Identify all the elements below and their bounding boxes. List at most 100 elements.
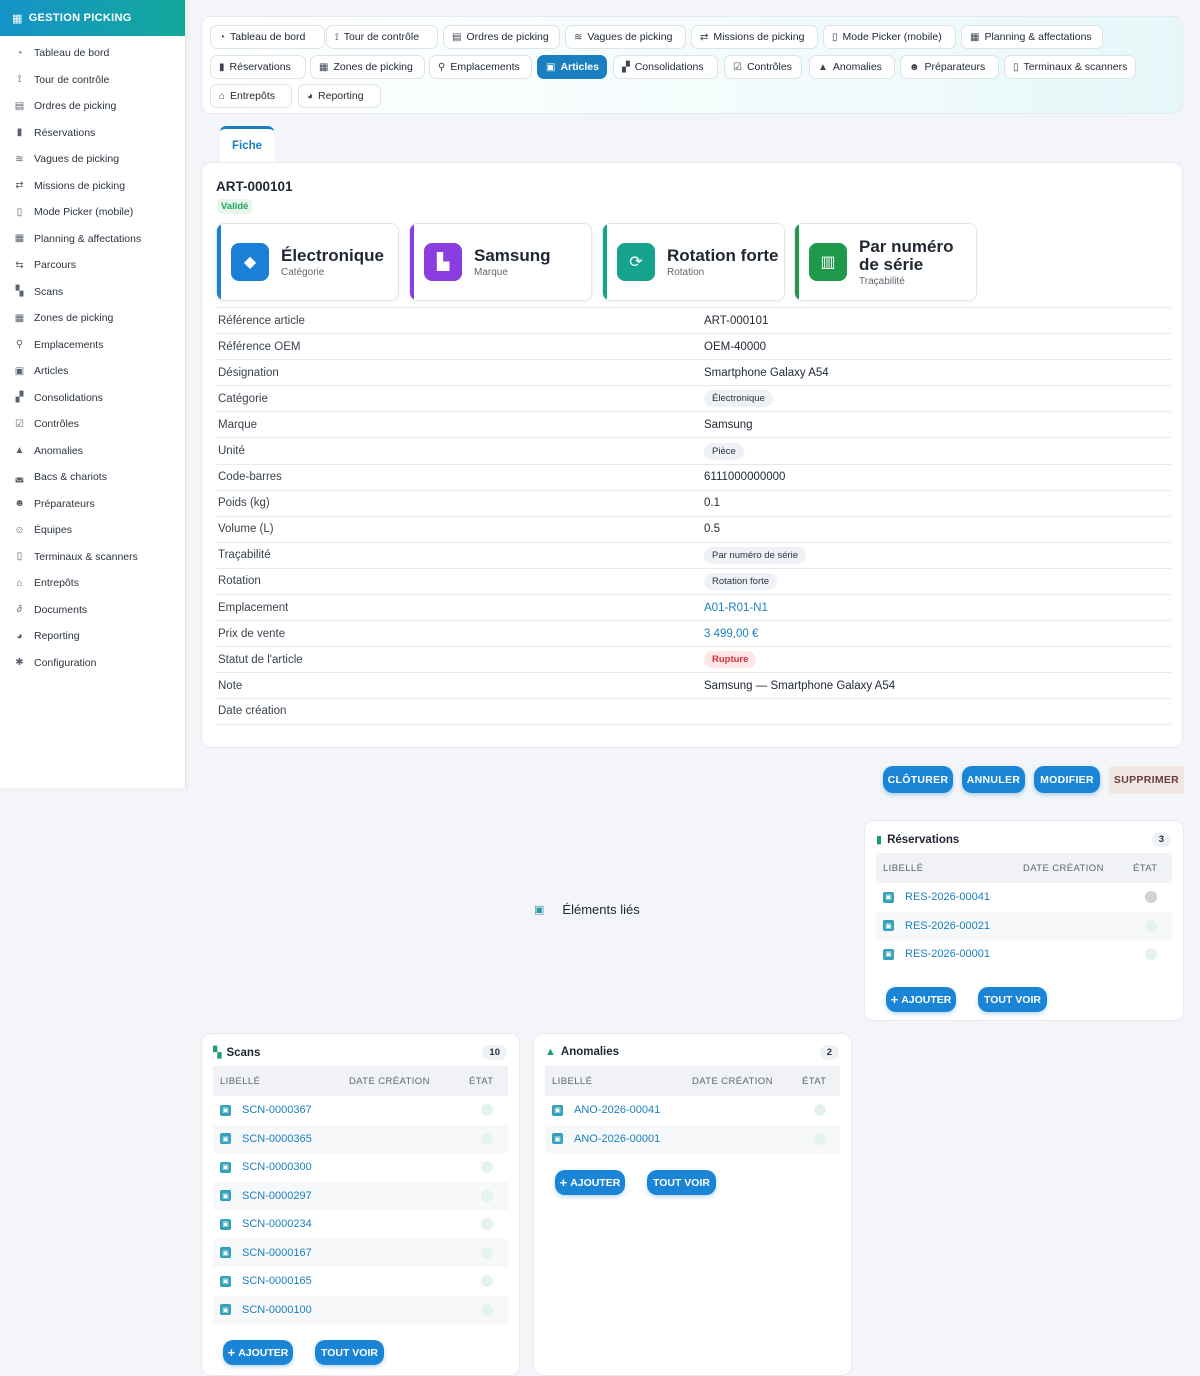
sidebar-item-label: Réservations [34,126,96,139]
field-value: 0.5 [704,523,720,536]
sidebar-item-1[interactable]: ⟟ Tour de contrôle [0,67,185,94]
field-value[interactable]: 3 499,00 € [704,628,758,640]
sidebar-item-19[interactable]: ▯ Terminaux & scanners [0,544,185,571]
view-all-button[interactable]: TOUT VOIR [315,1340,384,1365]
table-row[interactable]: ▣ SCN-0000100 [213,1295,508,1324]
row-link[interactable]: SCN-0000234 [242,1218,312,1230]
sidebar-item-23[interactable]: ✱ Configuration [0,650,185,677]
table-row[interactable]: ▣ SCN-0000367 [213,1096,508,1125]
table-row[interactable]: ▣ RES-2026-00021 [876,911,1172,940]
record-icon: ▣ [220,1104,231,1116]
sidebar-item-17[interactable]: ☻ Préparateurs [0,491,185,518]
sidebar-item-22[interactable]: ◕ Reporting [0,623,185,650]
row-link[interactable]: RES-2026-00021 [905,920,990,932]
sidebar-item-16[interactable]: ◛ Bacs & chariots [0,464,185,491]
info-card-2: ⟳ Rotation forte Rotation [602,223,785,301]
table-row[interactable]: ▣ SCN-0000167 [213,1238,508,1267]
article-detail-card: ART-000101 Validé ◆ Électronique Catégorie… [201,162,1183,748]
row-link[interactable]: SCN-0000297 [242,1190,312,1202]
cloturer-button[interactable]: CLÔTURER [883,766,953,793]
top-tab-0[interactable]: ◔ Tableau de bord [210,25,325,49]
modifier-button[interactable]: MODIFIER [1034,766,1100,793]
card-value: Par numéro de série [859,236,954,274]
sidebar-item-18[interactable]: ☺ Équipes [0,517,185,544]
table-row[interactable]: ▣ SCN-0000300 [213,1153,508,1182]
row-link[interactable]: SCN-0000367 [242,1104,312,1116]
row-link[interactable]: RES-2026-00001 [905,948,990,960]
sidebar-item-8[interactable]: ⇆ Parcours [0,252,185,279]
sidebar-item-21[interactable]: ∂ Documents [0,597,185,624]
article-fields: Référence article ART-000101 Référence OEM… [216,307,1171,725]
table-row[interactable]: ▣ RES-2026-00041 [876,883,1172,912]
row-link[interactable]: ANO-2026-00041 [574,1104,660,1116]
card-value: Samsung [474,245,551,265]
top-tab-4[interactable]: ⇄ Missions de picking [691,25,818,49]
table-row[interactable]: ▣ RES-2026-00001 [876,940,1172,969]
sidebar-item-2[interactable]: ▤ Ordres de picking [0,93,185,120]
table-row[interactable]: ▣ SCN-0000365 [213,1124,508,1153]
panel-header: ▮ Réservations [876,833,959,847]
top-tab-8[interactable]: ▦ Zones de picking [310,55,425,79]
sidebar-item-9[interactable]: ▚ Scans [0,279,185,306]
table-row[interactable]: ▣ SCN-0000165 [213,1267,508,1296]
table-row[interactable]: ▣ ANO-2026-00041 [545,1096,840,1125]
status-dot [481,1218,493,1230]
tab-fiche[interactable]: Fiche [220,126,274,162]
sidebar-item-7[interactable]: ▦ Planning & affectations [0,226,185,253]
sidebar-item-12[interactable]: ▣ Articles [0,358,185,385]
sidebar-item-15[interactable]: ▲ Anomalies [0,438,185,465]
top-tab-9[interactable]: ⚲ Emplacements [429,55,532,79]
top-tab-17[interactable]: ◕ Reporting [298,84,381,108]
annuler-button[interactable]: ANNULER [962,766,1025,793]
sidebar-item-4[interactable]: ≋ Vagues de picking [0,146,185,173]
row-link[interactable]: SCN-0000100 [242,1304,312,1316]
top-tab-6[interactable]: ▦ Planning & affectations [961,25,1103,49]
row-link[interactable]: SCN-0000300 [242,1161,312,1173]
table-row[interactable]: ▣ SCN-0000234 [213,1210,508,1239]
top-tab-3[interactable]: ≋ Vagues de picking [565,25,686,49]
row-link[interactable]: ANO-2026-00001 [574,1133,660,1145]
sidebar-nav: ◔ Tableau de bord ⟟ Tour de contrôle ▤ Ordres… [0,36,185,676]
row-link[interactable]: SCN-0000365 [242,1133,312,1145]
top-tab-12[interactable]: ☑ Contrôles [724,55,802,79]
add-label: AJOUTER [901,993,952,1006]
table-row[interactable]: ▣ SCN-0000297 [213,1181,508,1210]
record-icon: ▣ [220,1133,231,1145]
field-value[interactable]: A01-R01-N1 [704,602,768,614]
top-tab-11[interactable]: ▞ Consolidations [613,55,718,79]
sidebar-item-0[interactable]: ◔ Tableau de bord [0,40,185,67]
row-link[interactable]: SCN-0000165 [242,1275,312,1287]
col-etat: ÉTAT [1133,862,1158,874]
app-brand[interactable]: ▦ GESTION PICKING [0,0,185,36]
add-button[interactable]: + AJOUTER [223,1340,293,1365]
sidebar-item-label: Planning & affectations [34,232,142,245]
row-link[interactable]: SCN-0000167 [242,1247,312,1259]
top-tab-15[interactable]: ▯ Terminaux & scanners [1004,55,1136,79]
top-tab-2[interactable]: ▤ Ordres de picking [443,25,560,49]
table-row[interactable]: ▣ ANO-2026-00001 [545,1124,840,1153]
view-all-button[interactable]: TOUT VOIR [978,987,1047,1012]
add-button[interactable]: + AJOUTER [555,1170,625,1195]
top-tab-1[interactable]: ⟟ Tour de contrôle [326,25,438,49]
sidebar-item-11[interactable]: ⚲ Emplacements [0,332,185,359]
top-tab-16[interactable]: ⌂ Entrepôts [210,84,292,108]
sidebar-item-13[interactable]: ▞ Consolidations [0,385,185,412]
field-label: Date création [218,705,287,718]
sidebar-item-14[interactable]: ☑ Contrôles [0,411,185,438]
sidebar-item-5[interactable]: ⇄ Missions de picking [0,173,185,200]
layers-icon: ≋ [574,31,583,43]
top-tab-10[interactable]: ▣ Articles [537,55,607,79]
top-tab-5[interactable]: ▯ Mode Picker (mobile) [823,25,956,49]
view-all-button[interactable]: TOUT VOIR [647,1170,716,1195]
add-button[interactable]: + AJOUTER [886,987,956,1012]
sidebar-item-20[interactable]: ⌂ Entrepôts [0,570,185,597]
top-tab-7[interactable]: ▮ Réservations [210,55,306,79]
top-tab-13[interactable]: ▲ Anomalies [809,55,895,79]
top-navigation: ◔ Tableau de bord ⟟ Tour de contrôle ▤ Ordres… [201,16,1183,114]
sidebar-item-3[interactable]: ▮ Réservations [0,120,185,147]
top-tab-14[interactable]: ☻ Préparateurs [900,55,999,79]
sidebar-item-6[interactable]: ▯ Mode Picker (mobile) [0,199,185,226]
sidebar-item-10[interactable]: ▦ Zones de picking [0,305,185,332]
supprimer-button[interactable]: SUPPRIMER [1109,766,1184,794]
row-link[interactable]: RES-2026-00041 [905,891,990,903]
